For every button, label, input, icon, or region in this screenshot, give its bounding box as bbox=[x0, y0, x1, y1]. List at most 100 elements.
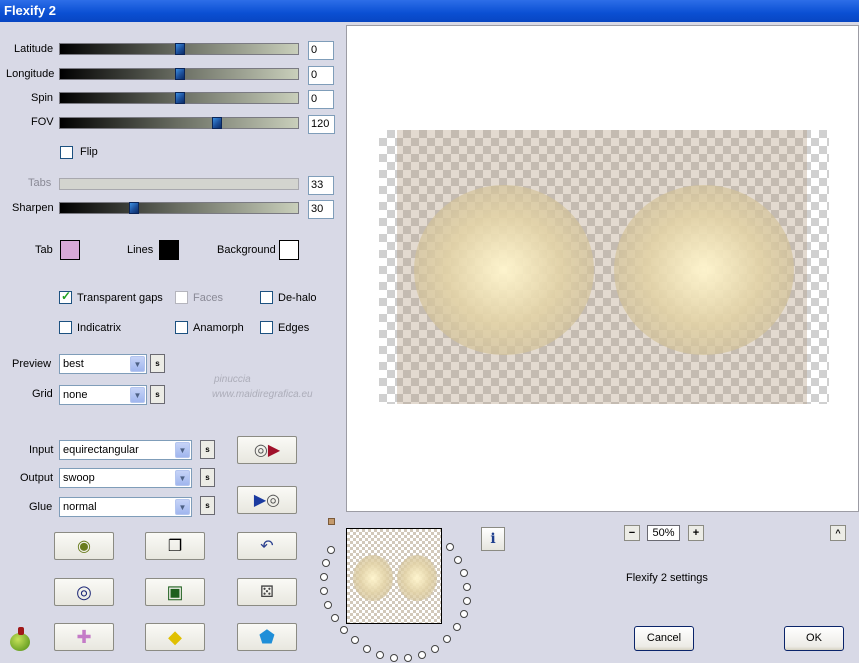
latitude-slider-thumb[interactable] bbox=[175, 43, 185, 55]
ring-button[interactable]: ◎ bbox=[54, 578, 114, 606]
navigator-thumbnail[interactable] bbox=[346, 528, 442, 624]
output-label: Output bbox=[20, 472, 54, 484]
background-color-swatch[interactable] bbox=[279, 240, 299, 260]
dial-dot[interactable] bbox=[320, 573, 328, 581]
anamorph-checkbox[interactable] bbox=[175, 321, 188, 334]
input-label: Input bbox=[29, 444, 54, 456]
ok-button[interactable]: OK bbox=[784, 626, 844, 651]
grid-label: Grid bbox=[32, 388, 53, 400]
cube-button[interactable]: ◆ bbox=[145, 623, 205, 651]
dial-dot[interactable] bbox=[320, 587, 328, 595]
dial-dot[interactable] bbox=[453, 623, 461, 631]
dial-dot[interactable] bbox=[327, 546, 335, 554]
dice-button[interactable]: ⚄ bbox=[237, 578, 297, 606]
input-select[interactable]: equirectangular ▼ bbox=[59, 440, 192, 460]
glue-label: Glue bbox=[29, 501, 53, 513]
fov-slider[interactable] bbox=[59, 117, 299, 129]
dial-dot[interactable] bbox=[463, 583, 471, 591]
navigator-handle[interactable] bbox=[328, 518, 335, 525]
dial-dot[interactable] bbox=[463, 597, 471, 605]
output-select[interactable]: swoop ▼ bbox=[59, 468, 192, 488]
de-halo-checkbox[interactable] bbox=[260, 291, 273, 304]
dial-dot[interactable] bbox=[390, 654, 398, 662]
fov-slider-thumb[interactable] bbox=[212, 117, 222, 129]
dial-dot[interactable] bbox=[446, 543, 454, 551]
pages-icon: ❐ bbox=[167, 538, 183, 555]
grid-s-button[interactable]: s bbox=[150, 385, 165, 404]
preview-select[interactable]: best ▼ bbox=[59, 354, 147, 374]
glue-select-value: normal bbox=[63, 501, 97, 513]
dial-dot[interactable] bbox=[460, 610, 468, 618]
randomize-button[interactable]: ◉ bbox=[54, 532, 114, 560]
save-preset-button[interactable]: ◎▶ bbox=[237, 436, 297, 464]
edges-checkbox[interactable] bbox=[260, 321, 273, 334]
grid-select[interactable]: none ▼ bbox=[59, 385, 147, 405]
chevron-down-icon: ▼ bbox=[130, 387, 145, 403]
output-select-value: swoop bbox=[63, 472, 95, 484]
cross-button[interactable]: ✚ bbox=[54, 623, 114, 651]
watermark-line1: pinuccia bbox=[214, 374, 251, 385]
dial-dot[interactable] bbox=[322, 559, 330, 567]
pentagon-button[interactable]: ⬟ bbox=[237, 623, 297, 651]
sharpen-input[interactable]: 30 bbox=[308, 200, 334, 219]
undo-icon: ↶ bbox=[260, 538, 274, 555]
longitude-input[interactable]: 0 bbox=[308, 66, 334, 85]
transparent-gaps-checkbox[interactable]: ✓ bbox=[59, 289, 72, 304]
dial-dot[interactable] bbox=[331, 614, 339, 622]
latitude-input[interactable]: 0 bbox=[308, 41, 334, 60]
grid-select-value: none bbox=[63, 389, 88, 401]
preview-canvas[interactable] bbox=[346, 25, 859, 512]
output-s-button[interactable]: s bbox=[200, 468, 215, 487]
anamorph-label: Anamorph bbox=[193, 322, 244, 334]
zoom-out-button[interactable]: − bbox=[624, 525, 640, 541]
preview-s-button[interactable]: s bbox=[150, 354, 165, 373]
indicatrix-checkbox[interactable] bbox=[59, 321, 72, 334]
chevron-down-icon: ▼ bbox=[130, 356, 145, 372]
dial-dot[interactable] bbox=[454, 556, 462, 564]
faces-checkbox bbox=[175, 291, 188, 304]
dial-dot[interactable] bbox=[443, 635, 451, 643]
glue-s-button[interactable]: s bbox=[200, 496, 215, 515]
info-button[interactable]: i bbox=[481, 527, 505, 551]
chevron-down-icon: ▼ bbox=[175, 499, 190, 515]
de-halo-label: De-halo bbox=[278, 292, 317, 304]
longitude-slider-thumb[interactable] bbox=[175, 68, 185, 80]
fov-input[interactable]: 120 bbox=[308, 115, 335, 134]
preview-label: Preview bbox=[12, 358, 52, 370]
sharpen-slider[interactable] bbox=[59, 202, 299, 214]
spin-input[interactable]: 0 bbox=[308, 90, 334, 109]
dial-dot[interactable] bbox=[404, 654, 412, 662]
glue-select[interactable]: normal ▼ bbox=[59, 497, 192, 517]
latitude-label: Latitude bbox=[14, 43, 54, 55]
dial-dot[interactable] bbox=[351, 636, 359, 644]
copy-button[interactable]: ❐ bbox=[145, 532, 205, 560]
lines-color-swatch[interactable] bbox=[159, 240, 179, 260]
sharpen-slider-thumb[interactable] bbox=[129, 202, 139, 214]
zoom-level: 50% bbox=[647, 525, 680, 541]
chevron-down-icon: ▼ bbox=[175, 442, 190, 458]
load-preset-button[interactable]: ▶◎ bbox=[237, 486, 297, 514]
spin-slider[interactable] bbox=[59, 92, 299, 104]
dial-dot[interactable] bbox=[324, 601, 332, 609]
input-s-button[interactable]: s bbox=[200, 440, 215, 459]
undo-button[interactable]: ↶ bbox=[237, 532, 297, 560]
dial-dot[interactable] bbox=[460, 569, 468, 577]
zoom-in-button[interactable]: + bbox=[688, 525, 704, 541]
tab-color-label: Tab bbox=[35, 244, 53, 256]
lines-color-label: Lines bbox=[127, 244, 154, 256]
latitude-slider[interactable] bbox=[59, 43, 299, 55]
cross-icon: ✚ bbox=[76, 626, 92, 647]
dial-dot[interactable] bbox=[340, 626, 348, 634]
flip-checkbox[interactable] bbox=[60, 146, 73, 159]
dial-dot[interactable] bbox=[363, 645, 371, 653]
dial-dot[interactable] bbox=[431, 645, 439, 653]
dial-dot[interactable] bbox=[376, 651, 384, 659]
dial-dot[interactable] bbox=[418, 651, 426, 659]
spin-slider-thumb[interactable] bbox=[175, 92, 185, 104]
frame-button[interactable]: ▣ bbox=[145, 578, 205, 606]
longitude-slider[interactable] bbox=[59, 68, 299, 80]
cancel-button[interactable]: Cancel bbox=[634, 626, 694, 651]
globe-icon: ◉ bbox=[77, 538, 91, 555]
tab-color-swatch[interactable] bbox=[60, 240, 80, 260]
collapse-button[interactable]: ^ bbox=[830, 525, 846, 541]
